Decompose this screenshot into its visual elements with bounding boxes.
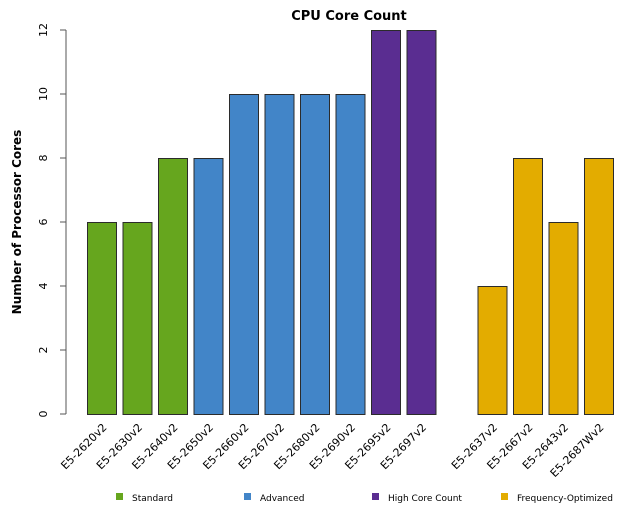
y-tick-label: 4	[37, 283, 50, 290]
bars	[87, 30, 614, 415]
bar	[158, 158, 188, 415]
bar	[584, 158, 614, 415]
bar	[513, 158, 543, 415]
bar	[548, 222, 579, 415]
legend-swatch	[116, 493, 123, 500]
bar	[300, 94, 330, 415]
bar	[229, 94, 259, 415]
legend-label: Standard	[132, 494, 173, 504]
bar	[264, 94, 295, 415]
x-tick-labels: E5-2620v2E5-2630v2E5-2640v2E5-2650v2E5-2…	[58, 421, 606, 480]
chart-title: CPU Core Count	[291, 9, 407, 24]
bar	[477, 286, 508, 415]
legend-label: High Core Count	[388, 494, 462, 504]
legend-swatch	[244, 493, 251, 500]
y-tick-label: 8	[37, 155, 50, 162]
cpu-core-count-chart: CPU Core Count Number of Processor Cores…	[10, 9, 614, 504]
legend-label: Frequency-Optimized	[517, 494, 613, 504]
y-tick-label: 10	[37, 87, 50, 101]
legend-swatch	[501, 493, 508, 500]
legend-swatch	[372, 493, 379, 500]
y-tick-label: 6	[37, 219, 50, 226]
bar	[193, 158, 224, 415]
bar	[406, 30, 437, 415]
y-tick-label: 12	[37, 23, 50, 37]
bar	[87, 222, 117, 415]
y-tick-label: 0	[37, 411, 50, 418]
y-axis: 0 2 4 6 8 10 12	[37, 23, 67, 418]
bar	[335, 94, 366, 415]
legend-label: Advanced	[260, 494, 304, 504]
legend: Standard Advanced High Core Count Frequency…	[116, 493, 613, 504]
y-axis-label: Number of Processor Cores	[10, 130, 24, 315]
bar	[122, 222, 153, 415]
y-tick-label: 2	[37, 347, 50, 354]
bar	[371, 30, 401, 415]
